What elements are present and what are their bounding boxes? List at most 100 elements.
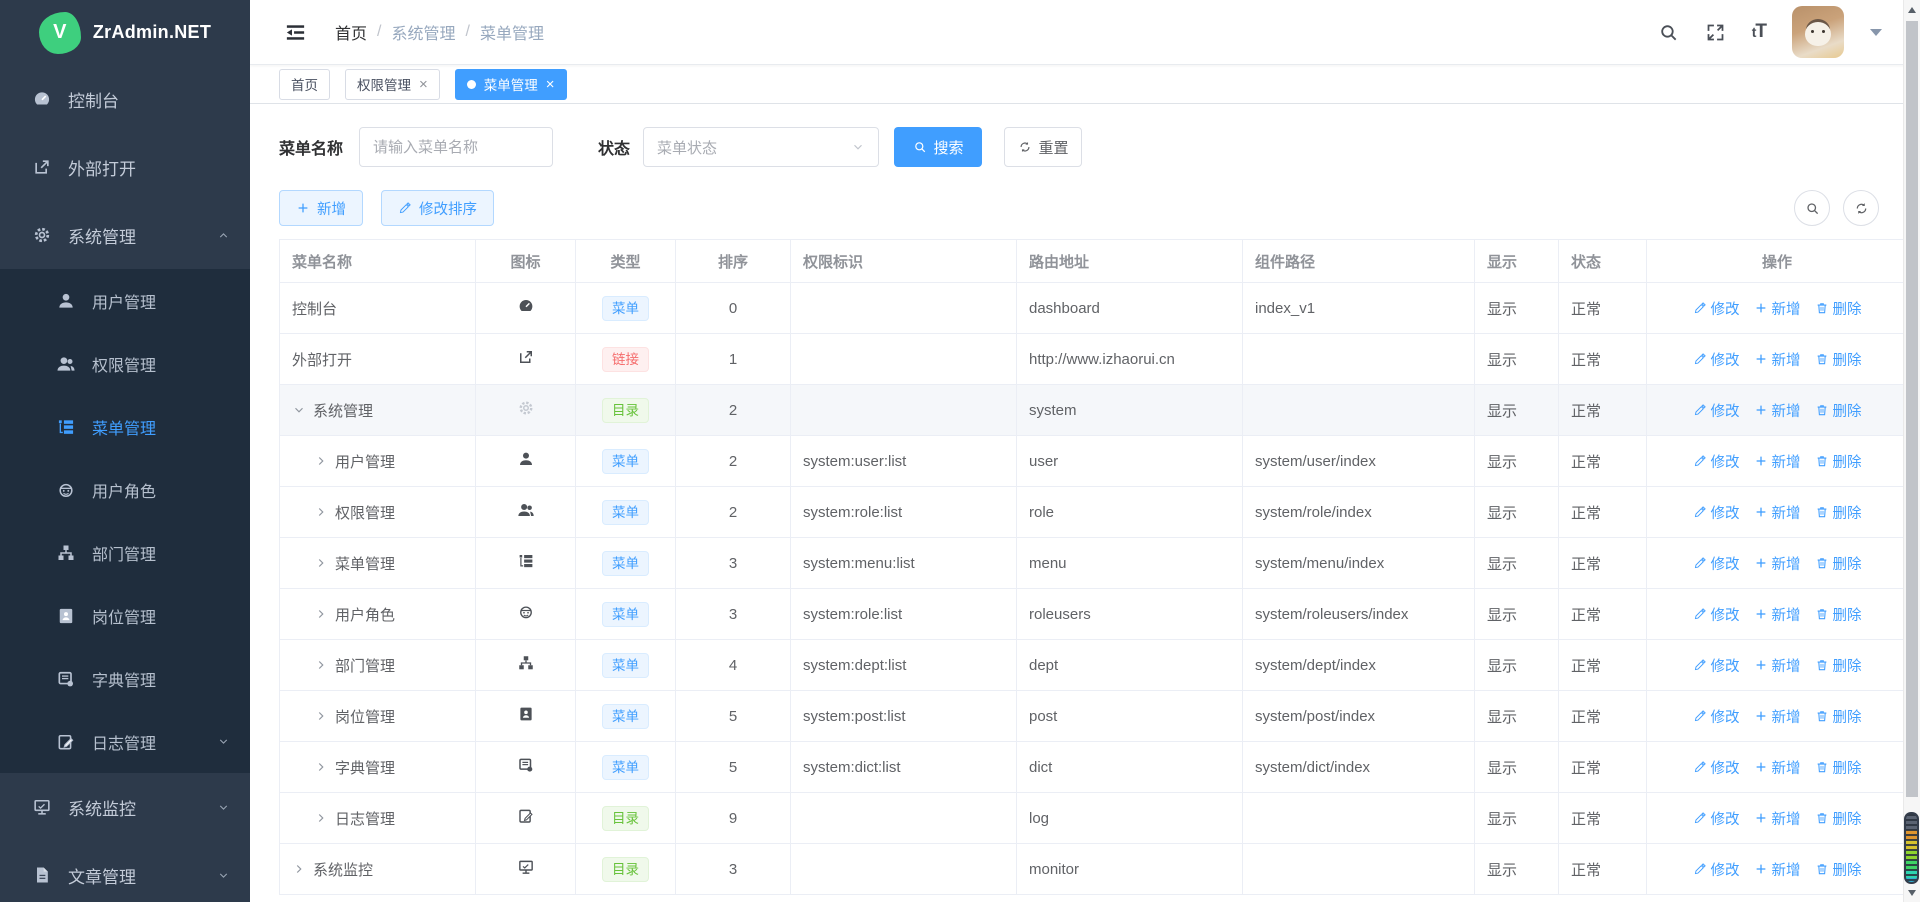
chevron-right-icon[interactable] xyxy=(292,862,306,876)
chevron-right-icon[interactable] xyxy=(314,709,328,723)
search-button[interactable]: 搜索 xyxy=(894,127,982,167)
chevron-right-icon[interactable] xyxy=(314,454,328,468)
menu-name: 日志管理 xyxy=(335,808,395,829)
tab-菜单管理[interactable]: 菜单管理× xyxy=(455,69,567,100)
tab-close-icon[interactable]: × xyxy=(419,77,428,92)
action-label: 删除 xyxy=(1833,451,1862,472)
page-scrollbar[interactable] xyxy=(1903,0,1920,902)
row-action-delete-link[interactable]: 删除 xyxy=(1815,298,1862,319)
browser-extension-widget[interactable] xyxy=(1904,812,1919,884)
chevron-right-icon[interactable] xyxy=(314,811,328,825)
sidebar-item-document[interactable]: 文章管理 xyxy=(0,841,250,902)
scrollbar-thumb[interactable] xyxy=(1906,21,1918,797)
sidebar-item-dashboard[interactable]: 控制台 xyxy=(0,65,250,133)
sidebar-item-org-tree[interactable]: 部门管理 xyxy=(0,521,250,584)
chevron-down-icon[interactable] xyxy=(292,403,306,417)
breadcrumb-home[interactable]: 首页 xyxy=(335,20,367,44)
row-action-edit-link[interactable]: 修改 xyxy=(1693,655,1740,676)
row-action-plus-link[interactable]: 新增 xyxy=(1754,349,1801,370)
table-row: 外部打开链接1http://www.izhaorui.cn显示正常修改新增删除 xyxy=(280,334,1908,385)
chevron-right-icon[interactable] xyxy=(314,505,328,519)
collapse-sidebar-icon[interactable] xyxy=(284,21,307,44)
sort-cell: 9 xyxy=(676,793,791,844)
row-action-plus-link[interactable]: 新增 xyxy=(1754,502,1801,523)
row-action-plus-link[interactable]: 新增 xyxy=(1754,808,1801,829)
row-action-delete-link[interactable]: 删除 xyxy=(1815,706,1862,727)
row-action-edit-link[interactable]: 修改 xyxy=(1693,502,1740,523)
scrollbar-down-arrow-icon[interactable] xyxy=(1908,890,1916,896)
row-action-edit-link[interactable]: 修改 xyxy=(1693,298,1740,319)
sidebar-item-menu-tree[interactable]: 菜单管理 xyxy=(0,395,250,458)
row-action-edit-link[interactable]: 修改 xyxy=(1693,349,1740,370)
row-action-delete-link[interactable]: 删除 xyxy=(1815,502,1862,523)
sidebar-item-badge[interactable]: 岗位管理 xyxy=(0,584,250,647)
font-size-icon[interactable]: tT xyxy=(1752,21,1766,43)
edit-sort-button[interactable]: 修改排序 xyxy=(381,190,494,226)
row-action-plus-link[interactable]: 新增 xyxy=(1754,859,1801,880)
status-select[interactable]: 菜单状态 xyxy=(643,127,879,167)
row-action-delete-link[interactable]: 删除 xyxy=(1815,604,1862,625)
status-cell: 正常 xyxy=(1559,640,1647,691)
row-action-edit-link[interactable]: 修改 xyxy=(1693,706,1740,727)
sidebar-item-gear[interactable]: 系统管理 xyxy=(0,201,250,269)
tab-close-icon[interactable]: × xyxy=(546,77,555,92)
visible-cell: 显示 xyxy=(1475,334,1559,385)
avatar[interactable] xyxy=(1792,6,1844,58)
tab-权限管理[interactable]: 权限管理× xyxy=(345,69,440,100)
row-action-delete-link[interactable]: 删除 xyxy=(1815,859,1862,880)
row-action-plus-link[interactable]: 新增 xyxy=(1754,451,1801,472)
reset-button[interactable]: 重置 xyxy=(1004,127,1082,167)
chevron-right-icon[interactable] xyxy=(314,556,328,570)
show-search-button[interactable] xyxy=(1794,190,1830,226)
chevron-right-icon[interactable] xyxy=(314,607,328,621)
header-search-icon[interactable] xyxy=(1658,22,1679,43)
row-action-plus-link[interactable]: 新增 xyxy=(1754,400,1801,421)
menu-name-input[interactable] xyxy=(359,127,553,167)
sidebar-item-dict-book[interactable]: 字典管理 xyxy=(0,647,250,710)
row-action-delete-link[interactable]: 删除 xyxy=(1815,400,1862,421)
row-action-delete-link[interactable]: 删除 xyxy=(1815,553,1862,574)
add-menu-button[interactable]: 新增 xyxy=(279,190,363,226)
row-action-plus-link[interactable]: 新增 xyxy=(1754,706,1801,727)
sidebar-item-monitor[interactable]: 系统监控 xyxy=(0,773,250,841)
row-action-edit-link[interactable]: 修改 xyxy=(1693,451,1740,472)
scrollbar-up-arrow-icon[interactable] xyxy=(1908,7,1916,13)
row-action-edit-link[interactable]: 修改 xyxy=(1693,553,1740,574)
user-menu-caret-icon[interactable] xyxy=(1870,29,1882,42)
row-action-plus-link[interactable]: 新增 xyxy=(1754,553,1801,574)
tab-首页[interactable]: 首页 xyxy=(279,69,330,100)
row-action-plus-link[interactable]: 新增 xyxy=(1754,298,1801,319)
chevron-right-icon[interactable] xyxy=(314,658,328,672)
row-action-plus-link[interactable]: 新增 xyxy=(1754,604,1801,625)
row-action-delete-link[interactable]: 删除 xyxy=(1815,451,1862,472)
row-action-edit-link[interactable]: 修改 xyxy=(1693,859,1740,880)
sidebar-item-users[interactable]: 权限管理 xyxy=(0,332,250,395)
fullscreen-icon[interactable] xyxy=(1705,22,1726,43)
sidebar-item-user[interactable]: 用户管理 xyxy=(0,269,250,332)
sidebar-item-external-link[interactable]: 外部打开 xyxy=(0,133,250,201)
row-action-delete-link[interactable]: 删除 xyxy=(1815,808,1862,829)
row-action-delete-link[interactable]: 删除 xyxy=(1815,655,1862,676)
visible-cell: 显示 xyxy=(1475,640,1559,691)
refresh-table-button[interactable] xyxy=(1843,190,1879,226)
row-action-delete-link[interactable]: 删除 xyxy=(1815,349,1862,370)
app-logo-area[interactable]: V ZrAdmin.NET xyxy=(0,0,250,65)
row-action-plus-link[interactable]: 新增 xyxy=(1754,655,1801,676)
row-action-edit-link[interactable]: 修改 xyxy=(1693,808,1740,829)
row-action-edit-link[interactable]: 修改 xyxy=(1693,757,1740,778)
row-action-edit-link[interactable]: 修改 xyxy=(1693,604,1740,625)
type-tag: 链接 xyxy=(602,347,649,372)
row-action-edit-link[interactable]: 修改 xyxy=(1693,400,1740,421)
delete-icon xyxy=(1815,352,1829,366)
delete-icon xyxy=(1815,301,1829,315)
sidebar-item-robot[interactable]: 用户角色 xyxy=(0,458,250,521)
column-header: 权限标识 xyxy=(791,240,1017,283)
plus-icon xyxy=(1754,301,1768,315)
row-action-delete-link[interactable]: 删除 xyxy=(1815,757,1862,778)
row-action-plus-link[interactable]: 新增 xyxy=(1754,757,1801,778)
top-header: 首页 / 系统管理 / 菜单管理 tT xyxy=(250,0,1920,65)
chevron-right-icon[interactable] xyxy=(314,760,328,774)
dashboard-icon xyxy=(517,297,535,315)
menu-name: 菜单管理 xyxy=(335,553,395,574)
sidebar-item-log-edit[interactable]: 日志管理 xyxy=(0,710,250,773)
